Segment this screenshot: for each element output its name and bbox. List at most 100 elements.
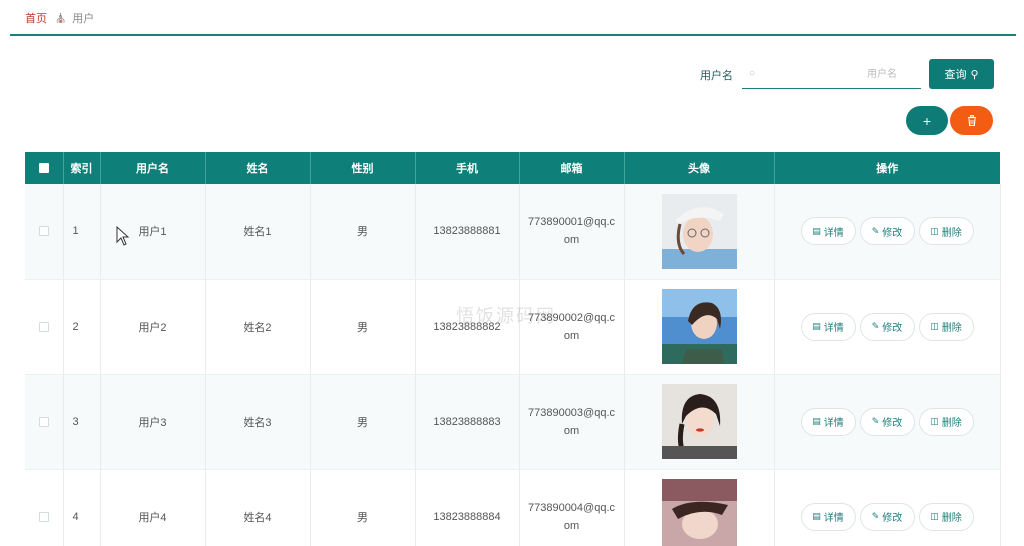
column-header: 用户名	[100, 152, 206, 184]
delete-button[interactable]: ◫ 删除	[918, 502, 974, 531]
detail-button[interactable]: ▤ 详情	[800, 407, 856, 436]
row-checkbox[interactable]	[38, 226, 49, 237]
add-button[interactable]: +	[906, 106, 948, 135]
index-cell: 2	[63, 279, 101, 375]
actions-cell: ▤ 详情 ✎ 修改 ◫ 删除	[774, 469, 1001, 546]
header-divider	[10, 34, 1016, 36]
edit-button[interactable]: ✎ 修改	[859, 312, 915, 341]
row-checkbox[interactable]	[38, 321, 49, 332]
row-checkbox[interactable]	[38, 511, 49, 522]
delete-button[interactable]: ◫ 删除	[918, 217, 974, 246]
plus-icon: +	[922, 112, 932, 129]
home-icon: ⛪	[55, 12, 67, 23]
index-cell: 1	[63, 184, 101, 280]
document-icon: ▤	[812, 321, 821, 331]
gender-cell: 男	[310, 469, 416, 546]
delete-label: 删除	[941, 323, 962, 334]
avatar	[661, 289, 737, 364]
document-icon: ▤	[812, 511, 821, 521]
row-checkbox[interactable]	[38, 416, 49, 427]
pencil-icon: ✎	[871, 225, 880, 236]
select-all-header	[25, 152, 64, 184]
edit-label: 修改	[882, 513, 903, 524]
document-icon: ▤	[812, 225, 821, 236]
email-cell: 773890004@qq.com	[519, 469, 625, 546]
row-select-cell	[25, 469, 64, 546]
index-cell: 4	[63, 469, 101, 546]
edit-label: 修改	[882, 227, 903, 239]
email-cell: 773890001@qq.com	[519, 184, 625, 280]
breadcrumb-home-link[interactable]: 首页	[25, 10, 47, 26]
index-cell: 3	[63, 374, 101, 470]
column-header: 邮箱	[519, 152, 625, 184]
edit-button[interactable]: ✎ 修改	[859, 502, 915, 531]
pencil-icon: ✎	[871, 511, 880, 521]
gender-cell: 男	[310, 374, 416, 470]
column-header: 姓名	[205, 152, 311, 184]
phone-cell: 13823888883	[415, 374, 520, 470]
search-label: 用户名	[700, 70, 733, 82]
batch-delete-button[interactable]	[950, 106, 993, 135]
pencil-icon: ✎	[871, 416, 880, 426]
search-input[interactable]	[764, 62, 919, 87]
detail-label: 详情	[823, 227, 844, 239]
pencil-icon: ✎	[871, 321, 880, 331]
delete-label: 删除	[941, 227, 962, 239]
table-row[interactable]: 4 用户4 姓名4 男 13823888884 773890004@qq.com…	[25, 469, 1001, 546]
column-header: 索引	[63, 152, 101, 184]
delete-button[interactable]: ◫ 删除	[918, 312, 974, 341]
breadcrumb-current: 用户	[72, 13, 95, 25]
edit-label: 修改	[882, 323, 903, 334]
avatar-cell	[624, 469, 775, 546]
trash-icon: ◫	[930, 416, 939, 426]
detail-label: 详情	[823, 513, 844, 524]
avatar	[661, 384, 737, 459]
watermark: 悟饭源码网	[456, 306, 556, 327]
document-icon: ▤	[812, 416, 821, 426]
detail-label: 详情	[823, 323, 844, 334]
column-header: 操作	[774, 152, 1000, 184]
email-cell: 773890003@qq.com	[519, 374, 625, 470]
actions-cell: ▤ 详情 ✎ 修改 ◫ 删除	[774, 279, 1001, 375]
username-cell: 用户2	[100, 279, 206, 375]
trash-icon: ◫	[930, 321, 939, 331]
column-header: 性别	[310, 152, 416, 184]
detail-button[interactable]: ▤ 详情	[800, 312, 856, 341]
trash-icon: ◫	[930, 511, 939, 521]
edit-button[interactable]: ✎ 修改	[859, 407, 915, 436]
mouse-cursor-icon	[116, 226, 130, 246]
delete-label: 删除	[941, 513, 962, 524]
name-cell: 姓名2	[205, 279, 311, 375]
select-all-checkbox[interactable]	[38, 163, 49, 174]
avatar-cell	[624, 374, 775, 470]
query-button[interactable]: 查询 ⚲	[929, 59, 994, 89]
edit-label: 修改	[882, 418, 903, 429]
phone-cell: 13823888881	[415, 184, 520, 280]
table-row[interactable]: 1 用户1 姓名1 男 13823888881 773890001@qq.com…	[25, 184, 1001, 280]
gender-cell: 男	[310, 184, 416, 280]
query-button-label: 查询	[944, 69, 967, 81]
table-row[interactable]: 3 用户3 姓名3 男 13823888883 773890003@qq.com…	[25, 374, 1001, 470]
search-icon: ○	[749, 68, 756, 79]
avatar-cell	[624, 279, 775, 375]
row-select-cell	[25, 279, 64, 375]
column-header: 头像	[624, 152, 775, 184]
search-field: ○	[742, 62, 921, 89]
name-cell: 姓名3	[205, 374, 311, 470]
actions-cell: ▤ 详情 ✎ 修改 ◫ 删除	[774, 374, 1001, 470]
username-cell: 用户4	[100, 469, 206, 546]
gender-cell: 男	[310, 279, 416, 375]
edit-button[interactable]: ✎ 修改	[859, 217, 915, 246]
trash-icon: ◫	[930, 225, 939, 236]
detail-label: 详情	[823, 418, 844, 429]
user-table: 索引 用户名 姓名 性别 手机 邮箱 头像 操作 1 用户1 姓名1 男 138…	[25, 152, 1001, 546]
row-select-cell	[25, 184, 64, 280]
detail-button[interactable]: ▤ 详情	[800, 502, 856, 531]
table-header: 索引 用户名 姓名 性别 手机 邮箱 头像 操作	[25, 152, 1000, 184]
detail-button[interactable]: ▤ 详情	[800, 217, 856, 246]
phone-cell: 13823888884	[415, 469, 520, 546]
name-cell: 姓名1	[205, 184, 311, 280]
delete-button[interactable]: ◫ 删除	[918, 407, 974, 436]
delete-label: 删除	[941, 418, 962, 429]
search-icon: ⚲	[970, 68, 979, 81]
